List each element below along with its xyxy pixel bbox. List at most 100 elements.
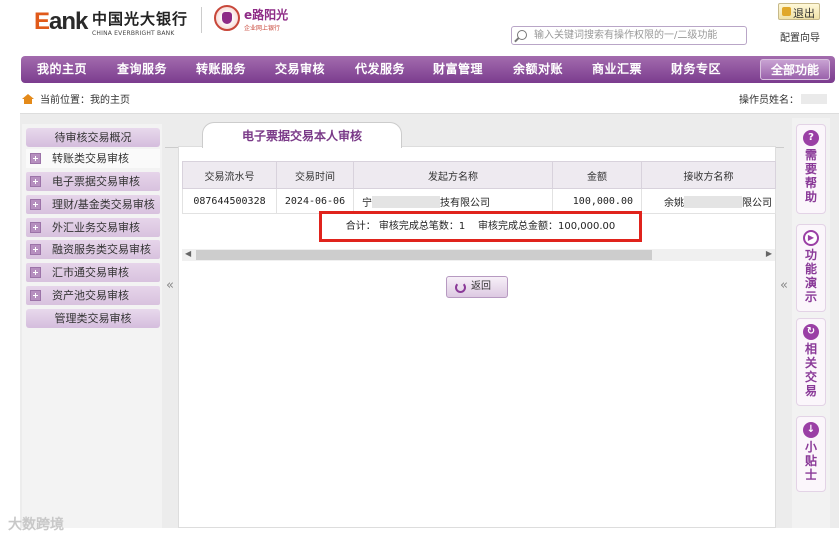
sidebar-item-label: 电子票据交易审核	[52, 175, 140, 188]
related-trade-button[interactable]: ↻ 相关交易	[796, 318, 826, 406]
sidebar-item-financing-audit[interactable]: 融资服务类交易审核	[26, 240, 160, 259]
expand-plus-icon[interactable]	[30, 244, 41, 255]
related-trade-label: 相关交易	[804, 342, 817, 398]
config-guide-link[interactable]: 配置向导	[780, 29, 820, 44]
operator-label: 操作员姓名：	[739, 95, 799, 106]
help-button[interactable]: ? 需要帮助	[796, 124, 826, 214]
summary-count-label: 审核完成总笔数：	[378, 221, 459, 232]
sidebar-item-transfer-audit[interactable]: 转账类交易审核	[26, 149, 160, 168]
scroll-left-icon[interactable]: ◀	[185, 249, 191, 258]
nav-item-reconcile[interactable]: 余额对账	[503, 56, 573, 83]
summary-amount-label: 审核完成总金额：	[478, 221, 558, 232]
nav-item-home[interactable]: 我的主页	[27, 56, 97, 83]
expand-plus-icon[interactable]	[30, 290, 41, 301]
sidebar-footer-admin-audit[interactable]: 管理类交易审核	[26, 309, 160, 328]
sunshine-brand: e路阳光 企业网上银行	[244, 6, 288, 32]
scroll-right-icon[interactable]: ▶	[766, 249, 772, 258]
nav-item-payroll[interactable]: 代发服务	[345, 56, 415, 83]
back-label: 返回	[471, 281, 491, 292]
collapse-right-icon[interactable]: «	[780, 278, 788, 293]
collapse-left-icon[interactable]: «	[166, 278, 174, 293]
home-icon[interactable]	[22, 94, 34, 104]
watermark: 大数跨境	[8, 517, 64, 533]
cell-receiver: 余姚 限公司	[641, 188, 776, 214]
expand-plus-icon[interactable]	[30, 199, 41, 210]
bank-name-cn: 中国光大银行	[92, 10, 189, 28]
receiver-prefix: 余姚	[664, 197, 684, 209]
receiver-suffix: 限公司	[742, 197, 772, 209]
tab-ebill-self-audit[interactable]: 电子票据交易本人审核	[202, 122, 402, 148]
initiator-prefix: 宁	[362, 197, 372, 209]
sidebar-item-forex-audit[interactable]: 外汇业务交易审核	[26, 218, 160, 237]
sidebar-item-label: 转账类交易审核	[52, 152, 129, 165]
tips-button[interactable]: ↓ 小贴士	[796, 416, 826, 492]
demo-label: 功能演示	[804, 248, 817, 304]
column-header-time: 交易时间	[276, 161, 354, 189]
cell-amount: 100,000.00	[552, 188, 642, 214]
audit-table: 交易流水号 交易时间 发起方名称 金额 接收方名称 087644500328 2…	[182, 161, 776, 214]
sidebar-item-assetpool-audit[interactable]: 资产池交易审核	[26, 286, 160, 305]
search-icon[interactable]	[517, 30, 527, 40]
function-search[interactable]	[511, 26, 747, 45]
brand-prefix: e路	[244, 8, 265, 22]
column-header-receiver: 接收方名称	[641, 161, 776, 189]
logout-button[interactable]: 退出	[778, 3, 820, 20]
breadcrumb-current[interactable]: 我的主页	[90, 95, 130, 106]
sidebar-item-ebill-audit[interactable]: 电子票据交易审核	[26, 172, 160, 191]
lock-icon	[782, 7, 791, 16]
nav-item-transfer[interactable]: 转账服务	[186, 56, 256, 83]
summary-totals: 合计： 审核完成总笔数：1 审核完成总金额：100,000.00	[319, 211, 642, 242]
nav-item-audit[interactable]: 交易审核	[265, 56, 335, 83]
tips-label: 小贴士	[804, 440, 817, 482]
expand-plus-icon[interactable]	[30, 267, 41, 278]
receiver-redacted	[684, 195, 742, 208]
column-header-initiator: 发起方名称	[353, 161, 553, 189]
sidebar-item-label: 汇市通交易审核	[52, 266, 129, 279]
cell-time: 2024-06-06	[276, 188, 354, 214]
sidebar-header-pending[interactable]: 待审核交易概况	[26, 128, 160, 147]
nav-item-finance[interactable]: 财务专区	[661, 56, 731, 83]
demo-button[interactable]: ▶ 功能演示	[796, 224, 826, 312]
horizontal-scrollbar[interactable]: ◀ ▶	[182, 249, 775, 261]
main-nav: 我的主页 查询服务 转账服务 交易审核 代发服务 财富管理 余额对账 商业汇票 …	[21, 56, 835, 83]
breadcrumb-label: 当前位置：	[40, 95, 90, 106]
bank-logo[interactable]: Eank	[34, 8, 88, 36]
table-row[interactable]: 087644500328 2024-06-06 宁 技有限公司 100,000.0…	[182, 188, 776, 214]
table-header-row: 交易流水号 交易时间 发起方名称 金额 接收方名称	[182, 161, 776, 189]
refresh-icon: ↻	[803, 324, 819, 340]
initiator-suffix: 技有限公司	[440, 197, 490, 209]
column-header-serial: 交易流水号	[182, 161, 277, 189]
nav-item-query[interactable]: 查询服务	[107, 56, 177, 83]
back-button[interactable]: 返回	[446, 276, 508, 298]
help-label: 需要帮助	[804, 148, 817, 204]
nav-item-wealth[interactable]: 财富管理	[423, 56, 493, 83]
breadcrumb: 当前位置：我的主页	[22, 91, 130, 106]
bank-name-en: CHINA EVERBRIGHT BANK	[92, 30, 175, 37]
sunshine-logo-icon	[214, 5, 240, 31]
brand-sub: 企业网上银行	[244, 25, 281, 32]
cell-initiator: 宁 技有限公司	[353, 188, 553, 214]
back-icon	[455, 282, 466, 293]
search-input[interactable]	[534, 28, 744, 43]
sidebar-item-wealth-audit[interactable]: 理财/基金类交易审核	[26, 195, 160, 214]
operator-name: 操作员姓名：	[739, 91, 827, 106]
cell-serial: 087644500328	[182, 188, 277, 214]
expand-plus-icon[interactable]	[30, 222, 41, 233]
expand-plus-icon[interactable]	[30, 153, 41, 164]
header: Eank 中国光大银行 CHINA EVERBRIGHT BANK e路阳光 企…	[0, 0, 839, 54]
expand-plus-icon[interactable]	[30, 176, 41, 187]
bank-name: 中国光大银行 CHINA EVERBRIGHT BANK	[92, 8, 188, 37]
nav-item-bills[interactable]: 商业汇票	[582, 56, 652, 83]
all-functions-button[interactable]: 全部功能	[760, 59, 830, 80]
summary-count: 1	[458, 221, 466, 232]
brand-title: 阳光	[264, 8, 289, 22]
sidebar-item-label: 理财/基金类交易审核	[52, 198, 155, 211]
operator-name-redacted	[801, 94, 827, 104]
play-icon: ▶	[803, 230, 819, 246]
initiator-redacted	[372, 195, 440, 208]
sidebar-item-fxmarket-audit[interactable]: 汇市通交易审核	[26, 263, 160, 282]
scrollbar-thumb[interactable]	[196, 250, 652, 260]
summary-label: 合计：	[345, 221, 376, 232]
sidebar-item-label: 融资服务类交易审核	[52, 243, 151, 256]
logout-label: 退出	[793, 7, 815, 20]
